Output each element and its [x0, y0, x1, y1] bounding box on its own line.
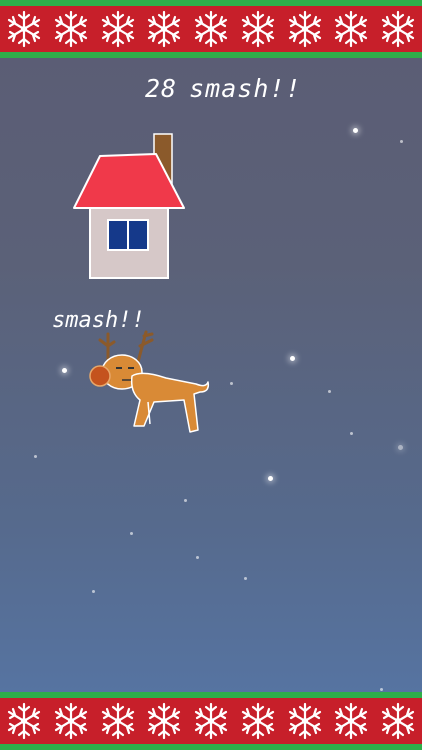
reindeer-body [130, 372, 210, 433]
house-target[interactable] [70, 130, 190, 282]
snowflake-dot [130, 532, 133, 535]
snowflake-icon [144, 701, 184, 741]
snowflake-icon [51, 701, 91, 741]
snowflake-icon [191, 9, 231, 49]
snowflake-icon [51, 9, 91, 49]
snowflake-icon [191, 701, 231, 741]
snowflake-dot [92, 590, 95, 593]
snowflake-dot [62, 368, 67, 373]
reindeer-player[interactable] [86, 330, 216, 440]
reindeer-right-antler [136, 330, 154, 364]
bottom-snowflake-border [0, 692, 422, 750]
reindeer-nose [89, 365, 111, 387]
game-stage[interactable]: 28 smash!! smash!! [0, 0, 422, 750]
smash-label: smash!! [189, 74, 302, 103]
smash-count: 28 [145, 74, 178, 103]
snowflake-dot [350, 432, 353, 435]
snowflake-dot [353, 128, 358, 133]
snowflake-dot [400, 140, 403, 143]
snowflake-dot [398, 445, 403, 450]
snowflake-icon [98, 9, 138, 49]
snowflake-dot [34, 455, 37, 458]
snowflake-dot [244, 577, 247, 580]
snowflake-icon [285, 701, 325, 741]
snowflake-icon [331, 701, 371, 741]
snowflake-icon [144, 9, 184, 49]
snowflake-icon [378, 9, 418, 49]
snowflake-dot [230, 382, 233, 385]
snowflake-icon [4, 9, 44, 49]
snowflake-dot [268, 476, 273, 481]
snowflake-dot [380, 688, 383, 691]
snowflake-icon [285, 9, 325, 49]
snowflake-icon [238, 9, 278, 49]
snowflake-dot [196, 556, 199, 559]
smash-counter: 28 smash!! [145, 74, 345, 114]
snowflake-icon [378, 701, 418, 741]
top-snowflake-border [0, 0, 422, 58]
snowflake-icon [4, 701, 44, 741]
snowflake-dot [290, 356, 295, 361]
snowflake-dot [328, 390, 331, 393]
snowflake-icon [98, 701, 138, 741]
snowflake-dot [184, 499, 187, 502]
snowflake-icon [238, 701, 278, 741]
reindeer-left-antler [98, 332, 116, 362]
snowflake-icon [331, 9, 371, 49]
